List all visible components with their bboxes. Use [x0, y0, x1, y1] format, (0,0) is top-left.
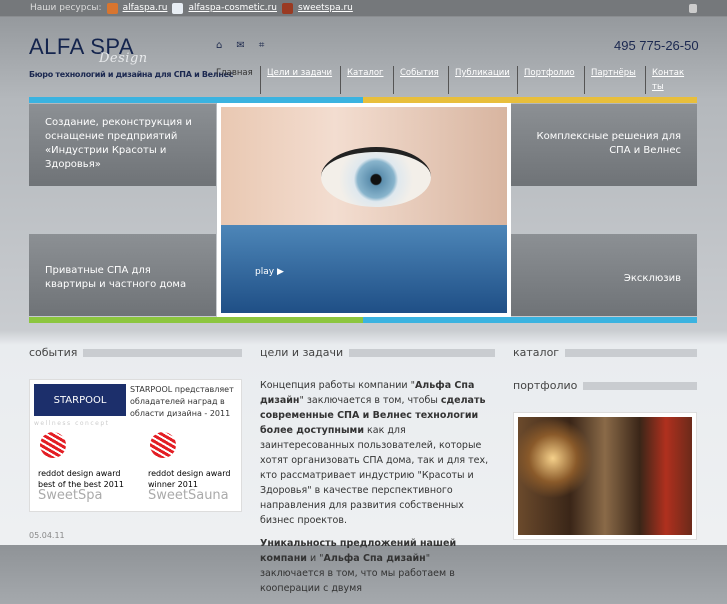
tile-private-spa[interactable]: Приватные СПА для квартиры и частного до…: [29, 234, 216, 316]
logo-sub: Design: [99, 51, 148, 66]
link-sweetspa[interactable]: sweetspa.ru: [298, 3, 353, 13]
nav-contacts[interactable]: Контакты: [652, 66, 687, 94]
phone: 495 775-26-50: [614, 38, 699, 53]
events-heading: события: [29, 346, 242, 359]
resources-label: Наши ресурсы:: [30, 3, 102, 13]
heart-icon: [282, 2, 294, 14]
play-button[interactable]: play ▶: [255, 267, 284, 277]
promo-text: STARPOOL представляет обладателей наград…: [130, 385, 234, 418]
nav-partners[interactable]: Партнёры: [591, 66, 639, 80]
award-2: reddot design award winner 2011 SweetSauna: [148, 468, 231, 503]
award-title: reddot design award: [148, 469, 231, 478]
goals-heading: цели и задачи: [260, 346, 495, 359]
drop-icon: [172, 2, 184, 14]
award-brand: SweetSpa: [38, 488, 103, 503]
portfolio-heading: портфолио: [513, 379, 697, 392]
portfolio-image[interactable]: [513, 412, 697, 540]
resources-bar: Наши ресурсы: alfaspa.ru alfaspa-cosmeti…: [0, 0, 727, 17]
link-alfaspa[interactable]: alfaspa.ru: [123, 3, 168, 13]
logo[interactable]: ALFA SPA Design: [29, 34, 147, 66]
event-date: 05.04.11: [29, 531, 65, 540]
portfolio-photo: [518, 417, 692, 535]
play-icon: ▶: [276, 267, 284, 277]
events-title: события: [29, 346, 78, 359]
award-1: reddot design award best of the best 2011…: [38, 468, 124, 503]
award-brand: SweetSauna: [148, 488, 229, 503]
catalog-heading: каталог: [513, 346, 697, 359]
play-label: play: [255, 267, 275, 277]
hero-image: play ▶: [221, 107, 507, 313]
tile-complex-solutions[interactable]: Комплексные решения для СПА и Велнес: [511, 104, 697, 186]
award-title: reddot design award: [38, 469, 121, 478]
catalog-title[interactable]: каталог: [513, 346, 559, 359]
nav-catalog[interactable]: Каталог: [347, 66, 387, 80]
nav-publications[interactable]: Публикации: [455, 66, 511, 80]
link-alfaspa-cosmetic[interactable]: alfaspa-cosmetic.ru: [188, 3, 277, 13]
reddot-icon: [150, 432, 176, 458]
blue-strip-bottom: [363, 317, 697, 323]
goals-text: Концепция работы компании "Альфа Спа диз…: [260, 380, 489, 594]
home-icon[interactable]: ⌂: [216, 40, 222, 51]
tile-construction[interactable]: Создание, реконструкция и оснащение пред…: [29, 104, 216, 186]
nav-goals[interactable]: Цели и задачи: [267, 66, 334, 80]
reddot-icon: [40, 432, 66, 458]
events-promo[interactable]: STARPOOL STARPOOL представляет обладател…: [29, 379, 242, 512]
promo-concept: wellness concept: [34, 420, 110, 427]
green-strip: [29, 317, 363, 323]
nav-events[interactable]: События: [400, 66, 442, 80]
nav-home[interactable]: Главная: [216, 66, 260, 94]
mail-icon[interactable]: ✉: [236, 40, 244, 51]
alfaspa-icon: [106, 2, 118, 14]
nav-portfolio[interactable]: Портфолио: [524, 66, 578, 80]
tagline: Бюро технологий и дизайна для СПА и Велн…: [29, 70, 234, 79]
eye: [321, 147, 431, 207]
starpool-logo: STARPOOL: [34, 384, 126, 416]
goals-title: цели и задачи: [260, 346, 344, 359]
main-nav: Главная Цели и задачи Каталог События Пу…: [216, 66, 693, 94]
scroll-up-icon[interactable]: [689, 4, 697, 13]
portfolio-title[interactable]: портфолио: [513, 379, 577, 392]
sitemap-icon[interactable]: ⌗: [259, 40, 265, 51]
hero-image-frame: play ▶: [217, 103, 511, 317]
tile-exclusive[interactable]: Эксклюзив: [511, 234, 697, 316]
